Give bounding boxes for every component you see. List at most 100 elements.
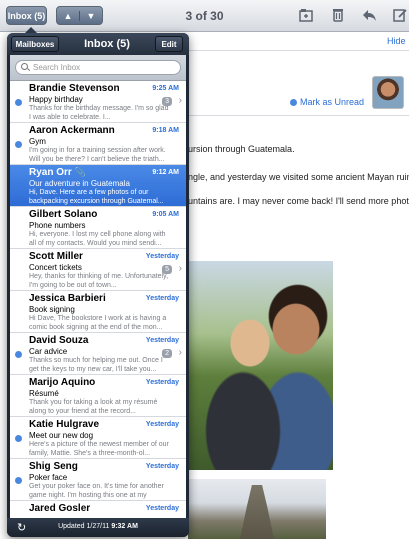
sender-name: Aaron Ackermann xyxy=(29,125,115,136)
message-preview: Hi, everyone. I lost my cell phone along… xyxy=(29,231,166,247)
message-date: Yesterday xyxy=(145,421,179,428)
message-row[interactable]: Shig Seng Yesterday Poker face Get your pok… xyxy=(10,459,186,501)
message-date: Yesterday xyxy=(145,295,179,302)
mark-as-unread-label: Mark as Unread xyxy=(300,97,365,107)
attached-photo-hikers[interactable] xyxy=(188,261,333,470)
thread-count-badge: 3 xyxy=(162,97,172,106)
sender-name: Katie Hulgrave xyxy=(29,419,100,430)
header-divider-bottom xyxy=(188,115,409,116)
message-subject: Gym xyxy=(29,137,46,146)
message-subject: Meet our new dog xyxy=(29,431,94,440)
message-row[interactable]: Scott Miller Yesterday Concert tickets Hey,… xyxy=(10,249,186,291)
unread-dot-icon xyxy=(15,141,22,148)
message-subject: Concert tickets xyxy=(29,263,82,272)
unread-dot-icon xyxy=(290,98,297,106)
chevron-right-icon[interactable]: › xyxy=(179,95,182,106)
inbox-popover: Mailboxes Inbox (5) Edit Brandie Stevens… xyxy=(7,27,189,537)
message-preview: Hi Dave, The bookstore I work at is havi… xyxy=(29,315,167,331)
message-subject: Poker face xyxy=(29,473,68,482)
message-date: Yesterday xyxy=(145,337,179,344)
thread-count-badge: 5 xyxy=(162,265,172,274)
message-preview: I'm going in for a training session afte… xyxy=(29,147,166,163)
message-date: Yesterday xyxy=(145,253,179,260)
hide-details-link[interactable]: Hide xyxy=(387,36,406,46)
search-icon xyxy=(21,63,30,72)
compose-icon[interactable] xyxy=(391,7,409,25)
message-row[interactable]: Jared Gosler Yesterday xyxy=(10,501,186,518)
message-preview: Hi, Dave. Here are a few photos of our b… xyxy=(29,189,164,205)
edit-button[interactable]: Edit xyxy=(155,36,183,52)
message-subject: Car advice xyxy=(29,347,68,356)
search-field[interactable] xyxy=(15,60,181,75)
updated-time: 9:32 AM xyxy=(111,523,138,530)
search-input[interactable] xyxy=(33,63,173,72)
message-preview: Hey, thanks for thinking of me. Unfortun… xyxy=(29,273,169,289)
reply-icon[interactable] xyxy=(360,7,378,25)
message-date: 9:12 AM xyxy=(152,169,179,176)
popover-header: Mailboxes Inbox (5) Edit xyxy=(7,33,189,55)
sender-name: Gilbert Solano xyxy=(29,209,98,220)
sender-name: David Souza xyxy=(29,335,89,346)
message-row[interactable]: Katie Hulgrave Yesterday Meet our new dog H… xyxy=(10,417,186,459)
message-preview: Get your poker face on. It's time for an… xyxy=(29,483,164,499)
message-row[interactable]: Gilbert Solano 9:05 AM Phone numbers Hi, ev… xyxy=(10,207,186,249)
message-list: Brandie Stevenson9:25 AMHappy birthdayTh… xyxy=(10,55,186,518)
popover-title: Inbox (5) xyxy=(84,38,130,50)
updated-status: Updated 1/27/11 9:32 AM xyxy=(7,523,189,530)
message-row[interactable]: David Souza Yesterday Car advice Thanks so … xyxy=(10,333,186,375)
trash-icon[interactable] xyxy=(329,7,347,25)
top-toolbar: Inbox (5) ▲ ▼ 3 of 30 xyxy=(0,0,409,32)
message-subject: Book signing xyxy=(29,305,75,314)
thread-count-badge: 2 xyxy=(162,349,172,358)
message-subject: Happy birthday xyxy=(29,95,83,104)
mail-app: Inbox (5) ▲ ▼ 3 of 30 Hide Mark as Unrea… xyxy=(0,0,409,539)
message-date: Yesterday xyxy=(145,379,179,386)
search-bar xyxy=(10,55,186,81)
sender-avatar xyxy=(372,76,404,109)
popover-footer: ↻ Updated 1/27/11 9:32 AM xyxy=(7,518,189,537)
message-row[interactable]: Brandie Stevenson 9:25 AM Happy birthday Th… xyxy=(10,81,186,123)
sender-name: Shig Seng xyxy=(29,461,78,472)
message-subject: Our adventure in Guatemala xyxy=(29,179,130,188)
message-date: 9:25 AM xyxy=(152,85,179,92)
unread-dot-icon xyxy=(15,435,22,442)
updated-label: Updated xyxy=(58,523,85,530)
message-subject: Phone numbers xyxy=(29,221,86,230)
sender-name: Scott Miller xyxy=(29,251,83,262)
message-date: 9:18 AM xyxy=(152,127,179,134)
message-preview: Thank you for taking a look at my résumé… xyxy=(29,399,158,415)
chevron-right-icon[interactable]: › xyxy=(179,263,182,274)
updated-date: 1/27/11 xyxy=(86,523,110,530)
message-row[interactable]: Jessica Barbieri Yesterday Book signing Hi … xyxy=(10,291,186,333)
message-date: Yesterday xyxy=(145,505,179,512)
folder-icon[interactable] xyxy=(297,7,315,25)
message-body-line: ngle, and yesterday we visited some anci… xyxy=(188,172,409,182)
message-date: Yesterday xyxy=(145,463,179,470)
attached-photo-ruins[interactable] xyxy=(188,479,326,539)
sender-name: Ryan Orr 📎 xyxy=(29,167,87,178)
message-preview: Thanks for the birthday message. I'm so … xyxy=(29,105,169,121)
sender-name: Jessica Barbieri xyxy=(29,293,106,304)
message-preview: Thanks so much for helping me out. Once … xyxy=(29,357,163,373)
header-divider xyxy=(188,50,409,51)
message-row[interactable]: Aaron Ackermann 9:18 AM Gym I'm going in fo… xyxy=(10,123,186,165)
message-body-line: untains are. I may never come back! I'll… xyxy=(188,196,409,206)
mark-as-unread-button[interactable]: Mark as Unread xyxy=(290,97,364,107)
message-row[interactable]: Ryan Orr 📎 9:12 AM Our adventure in Guatema… xyxy=(10,165,186,207)
sender-name: Brandie Stevenson xyxy=(29,83,120,94)
chevron-right-icon[interactable]: › xyxy=(179,347,182,358)
message-preview: Here's a picture of the newest member of… xyxy=(29,441,169,457)
message-row[interactable]: Marijo Aquino Yesterday Résumé Thank you fo… xyxy=(10,375,186,417)
attachment-icon: 📎 xyxy=(74,167,87,177)
unread-dot-icon xyxy=(15,477,22,484)
unread-dot-icon xyxy=(15,99,22,106)
message-subject: Résumé xyxy=(29,389,59,398)
message-date: 9:05 AM xyxy=(152,211,179,218)
sender-name: Marijo Aquino xyxy=(29,377,96,388)
mailboxes-button[interactable]: Mailboxes xyxy=(11,36,59,52)
unread-dot-icon xyxy=(15,351,22,358)
message-counter: 3 of 30 xyxy=(185,9,224,23)
temple-shape xyxy=(240,485,274,539)
sender-name: Jared Gosler xyxy=(29,503,91,514)
message-body-line: ursion through Guatemala. xyxy=(188,144,295,154)
